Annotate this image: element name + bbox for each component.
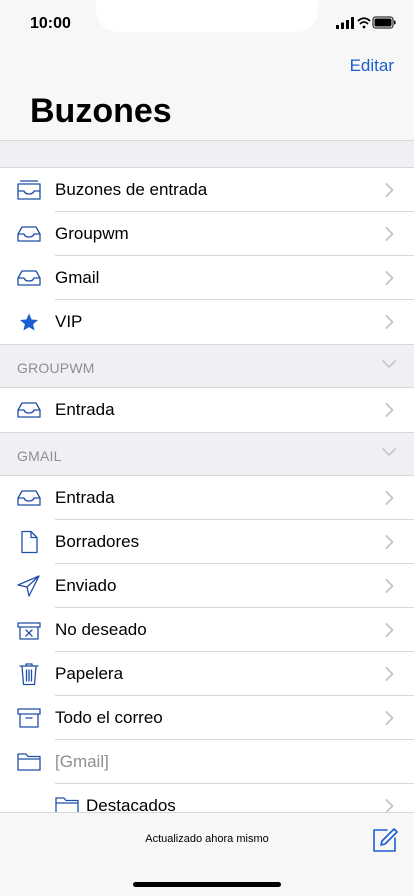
chevron-right-icon	[385, 491, 394, 505]
paper-plane-icon	[17, 575, 40, 597]
mailbox-row-vip[interactable]: VIP	[0, 300, 414, 344]
section-header-gmail[interactable]: GMAIL	[0, 432, 414, 476]
inbox-icon	[17, 270, 41, 286]
mailbox-row-sent[interactable]: Enviado	[0, 564, 414, 608]
mailbox-label: No deseado	[55, 620, 147, 639]
folder-icon	[17, 753, 41, 771]
mailbox-label: Groupwm	[55, 224, 129, 243]
chevron-right-icon	[385, 711, 394, 725]
inbox-icon	[17, 490, 41, 506]
chevron-right-icon	[385, 403, 394, 417]
compose-icon[interactable]	[372, 827, 398, 853]
chevron-right-icon	[385, 667, 394, 681]
updated-status: Actualizado ahora mismo	[145, 833, 269, 845]
status-time: 10:00	[30, 15, 71, 32]
edit-button[interactable]: Editar	[350, 56, 394, 76]
inbox-tray-icon	[17, 180, 41, 200]
home-indicator[interactable]	[133, 882, 281, 887]
section-title: GMAIL	[17, 448, 62, 464]
chevron-down-icon[interactable]	[382, 359, 396, 369]
mailbox-label: Entrada	[55, 488, 115, 507]
mail-app-screen: 10:00 Editar Buzones Buzones de entrada …	[0, 0, 414, 896]
inbox-icon	[17, 226, 41, 242]
mailbox-label: Borradores	[55, 532, 140, 551]
wifi-icon	[357, 17, 371, 29]
notch	[96, 0, 318, 32]
junk-icon	[17, 622, 41, 640]
mailbox-row-all-inboxes[interactable]: Buzones de entrada	[0, 168, 414, 212]
page-title: Buzones	[30, 92, 172, 130]
mailbox-label: Buzones de entrada	[55, 180, 208, 199]
section-header-groupwm[interactable]: GROUPWM	[0, 344, 414, 388]
chevron-right-icon	[385, 227, 394, 241]
battery-icon	[372, 16, 396, 29]
mailbox-label: [Gmail]	[55, 752, 109, 771]
mailbox-row-junk[interactable]: No deseado	[0, 608, 414, 652]
chevron-right-icon	[385, 579, 394, 593]
chevron-right-icon	[385, 315, 394, 329]
inbox-icon	[17, 402, 41, 418]
mailbox-row-gmail-folder[interactable]: [Gmail]	[0, 740, 414, 784]
chevron-down-icon[interactable]	[382, 447, 396, 457]
archive-box-icon	[17, 708, 41, 728]
mailbox-label: Todo el correo	[55, 708, 163, 727]
chevron-right-icon	[385, 623, 394, 637]
star-icon	[20, 313, 38, 331]
section-title: GROUPWM	[17, 360, 95, 376]
mailbox-row-groupwm[interactable]: Groupwm	[0, 212, 414, 256]
mailbox-row-trash[interactable]: Papelera	[0, 652, 414, 696]
signal-icon	[336, 17, 354, 29]
mailbox-row-drafts[interactable]: Borradores	[0, 520, 414, 564]
mailbox-label: VIP	[55, 312, 83, 331]
chevron-right-icon	[385, 183, 394, 197]
mailbox-label: Entrada	[55, 400, 115, 419]
mailbox-label: Enviado	[55, 576, 117, 595]
section-spacer	[0, 140, 414, 168]
mailbox-label: Gmail	[55, 268, 100, 287]
status-icons	[336, 16, 396, 29]
chevron-right-icon	[385, 799, 394, 813]
mailbox-row-gmail[interactable]: Gmail	[0, 256, 414, 300]
trash-icon	[19, 663, 39, 686]
chevron-right-icon	[385, 271, 394, 285]
mailbox-row-gmail-inbox[interactable]: Entrada	[0, 476, 414, 520]
mailbox-row-groupwm-inbox[interactable]: Entrada	[0, 388, 414, 432]
mailbox-row-all-mail[interactable]: Todo el correo	[0, 696, 414, 740]
document-icon	[21, 530, 38, 554]
chevron-right-icon	[385, 535, 394, 549]
mailbox-label: Papelera	[55, 664, 124, 683]
